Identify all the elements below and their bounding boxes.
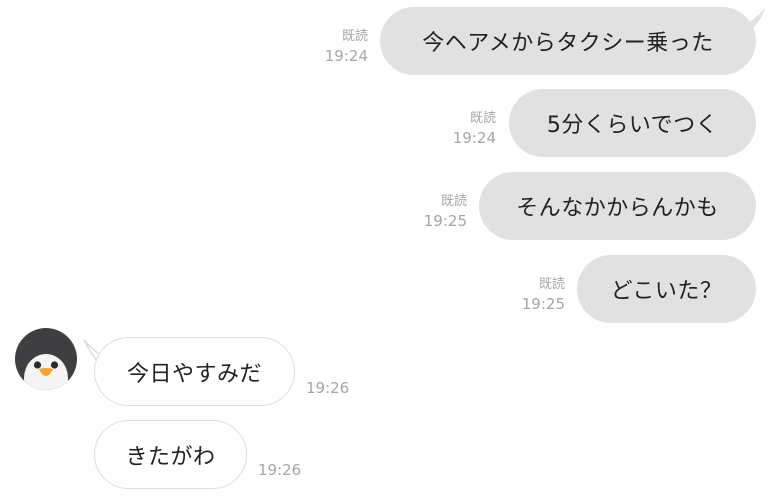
outgoing-message-bubble[interactable]: そんなかからんかも	[479, 172, 756, 240]
message-time: 19:24	[452, 129, 496, 147]
message-text: そんなかからんかも	[516, 196, 719, 221]
message-meta: 既読 19:24	[428, 112, 496, 146]
outgoing-message-bubble[interactable]: 今ヘアメからタクシー乗った	[380, 7, 756, 75]
message-meta: 19:26	[306, 381, 366, 396]
message-time: 19:26	[258, 461, 302, 479]
read-receipt: 既読	[440, 194, 467, 209]
message-time: 19:25	[423, 212, 467, 230]
message-time: 19:25	[521, 295, 565, 313]
read-receipt: 既読	[469, 111, 496, 126]
message-time: 19:24	[324, 47, 368, 65]
message-meta: 既読 19:25	[497, 278, 565, 312]
penguin-avatar-icon[interactable]	[15, 328, 77, 390]
incoming-message-bubble[interactable]: 今日やすみだ	[94, 337, 295, 406]
message-text: どこいた？	[610, 279, 723, 304]
incoming-message-bubble[interactable]: きたがわ	[94, 420, 247, 489]
chat-message-list[interactable]: 既読 19:24 今ヘアメからタクシー乗った 既読 19:24 5分くらいでつく…	[0, 0, 780, 498]
message-meta: 既読 19:24	[300, 30, 368, 64]
message-text: 今日やすみだ	[126, 361, 262, 387]
message-text: きたがわ	[125, 444, 216, 470]
message-meta: 19:26	[258, 463, 318, 478]
message-time: 19:26	[306, 379, 350, 397]
message-text: 今ヘアメからタクシー乗った	[422, 31, 714, 56]
outgoing-message-bubble[interactable]: どこいた？	[577, 255, 756, 323]
outgoing-message-bubble[interactable]: 5分くらいでつく	[509, 89, 756, 157]
read-receipt: 既読	[538, 277, 565, 292]
message-meta: 既読 19:25	[399, 195, 467, 229]
message-text: 5分くらいでつく	[546, 113, 719, 138]
read-receipt: 既読	[341, 29, 368, 44]
